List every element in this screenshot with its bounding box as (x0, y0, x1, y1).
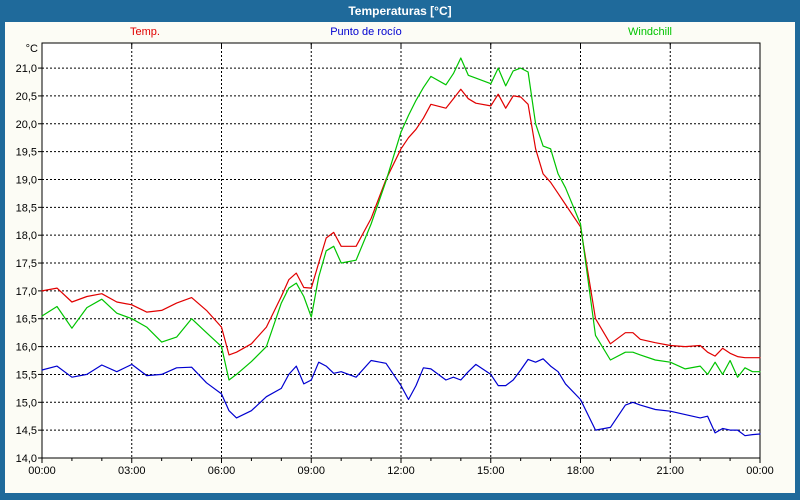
y-tick-label: 21,0 (16, 63, 37, 75)
y-tick-label: 17,0 (16, 286, 37, 298)
y-axis-unit-label: °C (26, 43, 38, 55)
y-tick-label: 18,5 (16, 202, 37, 214)
y-tick-label: 20,0 (16, 119, 37, 131)
y-tick-label: 14,0 (16, 453, 37, 465)
weather-chart-window: Temperaturas [°C] Temp. Punto de rocío W… (0, 0, 800, 500)
y-tick-label: 20,5 (16, 91, 37, 103)
y-tick-label: 18,0 (16, 230, 37, 242)
x-tick-time-label: 06:00 (208, 465, 236, 477)
temperature-chart: 21,0 20,5 20,0 19,5 19,0 18,5 18,0 17,5 17,0 16,5… (0, 0, 800, 478)
x-tick-time-label: 03:00 (118, 465, 146, 477)
y-tick-label: 14,5 (16, 425, 37, 437)
y-tick-label: 19,0 (16, 174, 37, 186)
y-tick-label: 17,5 (16, 258, 37, 270)
y-tick-label: 15,0 (16, 397, 37, 409)
x-tick-time-label: 15:00 (477, 465, 505, 477)
x-tick-time-label: 09:00 (297, 465, 325, 477)
x-tick-time-label: 00:00 (746, 465, 774, 477)
x-tick-time-label: 00:00 (28, 465, 56, 477)
y-tick-label: 16,5 (16, 314, 37, 326)
x-tick-time-label: 21:00 (656, 465, 684, 477)
y-tick-label: 15,5 (16, 369, 37, 381)
y-tick-label: 19,5 (16, 147, 37, 159)
x-tick-time-label: 18:00 (567, 465, 595, 477)
y-tick-label: 16,0 (16, 342, 37, 354)
x-tick-time-label: 12:00 (387, 465, 415, 477)
